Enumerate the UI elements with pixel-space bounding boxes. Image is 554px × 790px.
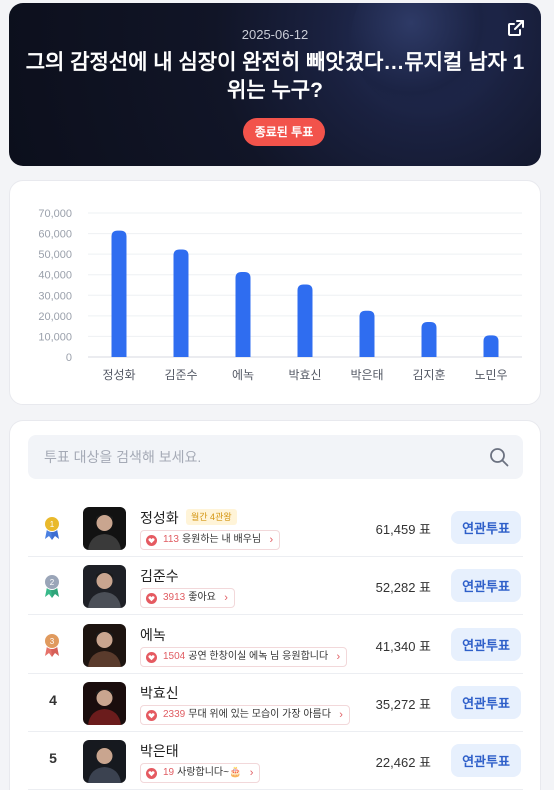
candidate-row[interactable]: 3 에녹 1504 공연 한창이실 에녹 님 응원합니다 › 41,340 표 연… — [28, 616, 523, 674]
vote-count: 52,282 표 — [375, 580, 431, 595]
chart-bar[interactable] — [359, 310, 375, 357]
candidate-avatar — [83, 507, 126, 550]
cheer-count: 113 — [163, 534, 179, 545]
heart-icon — [146, 593, 157, 604]
chart-bar[interactable] — [111, 230, 127, 357]
y-tick-label: 50,000 — [38, 249, 72, 261]
vote-count: 61,459 표 — [375, 522, 431, 537]
x-tick-label: 에녹 — [232, 368, 254, 382]
rank-number: 2 — [50, 578, 55, 587]
cheer-message-button[interactable]: 3913 좋아요 › — [140, 588, 235, 608]
y-tick-label: 70,000 — [38, 208, 72, 220]
x-tick-label: 정성화 — [102, 368, 135, 382]
cheer-text: 무대 위에 있는 모습이 가장 아름다 — [188, 709, 331, 720]
chart-bar[interactable] — [235, 271, 251, 357]
candidate-name: 박효신 — [140, 685, 179, 701]
bar-chart: 0 10,000 20,000 30,000 40,000 50,000 60,000 70,… — [38, 208, 522, 382]
chevron-right-icon: › — [249, 767, 254, 779]
candidate-name: 김준수 — [140, 568, 179, 584]
cheer-count: 19 — [163, 767, 175, 778]
candidate-row[interactable]: 1 정성화 월간 4관왕 113 응원하는 내 배우님 › 61,459 표 연관… — [28, 499, 523, 557]
rank-medal-icon: 3 — [44, 633, 60, 657]
candidate-name: 에녹 — [140, 627, 166, 643]
rank-medal-icon: 2 — [44, 574, 60, 598]
x-tick-label: 박은태 — [350, 368, 383, 382]
cheer-count: 2339 — [163, 709, 186, 720]
related-vote-button[interactable]: 연관투표 — [451, 511, 521, 544]
search-input[interactable] — [28, 435, 523, 479]
related-vote-button[interactable]: 연관투표 — [451, 686, 521, 719]
cheer-text: 좋아요 — [188, 592, 216, 603]
candidate-name: 박은태 — [140, 743, 179, 759]
candidate-avatar — [83, 740, 126, 783]
cheer-text: 응원하는 내 배우님 — [181, 534, 262, 545]
chart-bar[interactable] — [173, 249, 189, 357]
cheer-text: 공연 한창이실 에녹 님 응원합니다 — [188, 651, 329, 662]
vote-date: 2025-06-12 — [241, 27, 309, 42]
heart-icon — [146, 768, 157, 779]
vote-count: 22,462 표 — [375, 755, 431, 770]
candidate-avatar — [83, 682, 126, 725]
vote-title: 그의 감정선에 내 심장이 완전히 빼앗겼다…뮤지컬 남자 1위는 누구? — [25, 51, 525, 102]
vote-header-banner: 2025-06-12 그의 감정선에 내 심장이 완전히 빼앗겼다…뮤지컬 남자… — [9, 3, 541, 166]
candidate-row[interactable]: 5 박은태 19 사랑합니다~🎂 › 22,462 표 연관투표 — [28, 732, 523, 790]
heart-icon — [146, 652, 157, 663]
cheer-message-button[interactable]: 1504 공연 한창이실 에녹 님 응원합니다 › — [140, 647, 348, 667]
candidate-avatar — [83, 565, 126, 608]
rank-medal-icon: 1 — [44, 516, 60, 540]
cheer-message-button[interactable]: 2339 무대 위에 있는 모습이 가장 아름다 › — [140, 705, 350, 725]
chart-bar[interactable] — [421, 322, 437, 357]
vote-status-badge: 종료된 투표 — [243, 118, 325, 146]
x-tick-label: 김지훈 — [412, 368, 445, 382]
candidate-list-card: 1 정성화 월간 4관왕 113응원하는 내 배우님 › 61,459 표 연관… — [9, 420, 541, 790]
y-tick-label: 40,000 — [38, 270, 72, 282]
vote-results-chart: 0 10,000 20,000 30,000 40,000 50,000 60,000 70,… — [9, 180, 541, 405]
y-tick-label: 20,000 — [38, 311, 72, 323]
rank-number: 3 — [50, 637, 55, 646]
y-tick-label: 30,000 — [38, 290, 72, 302]
candidate-name: 정성화 — [140, 510, 179, 526]
related-vote-button[interactable]: 연관투표 — [451, 628, 521, 661]
y-tick-label: 60,000 — [38, 229, 72, 241]
x-tick-label: 박효신 — [288, 368, 321, 382]
cheer-text: 사랑합니다~🎂 — [177, 767, 242, 778]
cheer-count: 3913 — [163, 592, 186, 603]
y-tick-label: 10,000 — [38, 331, 72, 343]
x-tick-label: 김준수 — [164, 368, 197, 382]
heart-icon — [146, 535, 157, 546]
related-vote-button[interactable]: 연관투표 — [451, 569, 521, 602]
candidate-achievement-badge: 월간 4관왕 — [186, 509, 237, 525]
candidate-row[interactable]: 4 박효신 2339 무대 위에 있는 모습이 가장 아름다 › 35,272 표… — [28, 674, 523, 732]
chart-bar[interactable] — [297, 284, 313, 357]
rank-number: 4 — [49, 692, 57, 708]
candidate-avatar — [83, 624, 126, 667]
vote-count: 41,340 표 — [375, 639, 431, 654]
cheer-count: 1504 — [163, 651, 186, 662]
chevron-right-icon: › — [269, 534, 274, 546]
candidate-row[interactable]: 2 김준수 3913 좋아요 › 52,282 표 연관투표 — [28, 557, 523, 615]
chart-bar[interactable] — [483, 335, 499, 357]
y-tick-label: 0 — [66, 352, 72, 364]
share-icon[interactable] — [507, 19, 525, 37]
rank-number: 5 — [49, 750, 57, 766]
x-tick-label: 노민우 — [474, 368, 507, 382]
search-icon[interactable] — [489, 447, 509, 467]
chevron-right-icon: › — [339, 709, 343, 721]
cheer-message-button[interactable]: 19 사랑합니다~🎂 › — [140, 763, 261, 783]
search-bar — [28, 435, 523, 479]
related-vote-button[interactable]: 연관투표 — [451, 744, 521, 777]
chevron-right-icon: › — [224, 592, 228, 604]
rank-number: 1 — [50, 520, 55, 529]
cheer-message-button[interactable]: 113 응원하는 내 배우님 › — [140, 530, 281, 550]
heart-icon — [146, 710, 157, 721]
chevron-right-icon: › — [336, 651, 341, 663]
vote-count: 35,272 표 — [375, 697, 431, 712]
